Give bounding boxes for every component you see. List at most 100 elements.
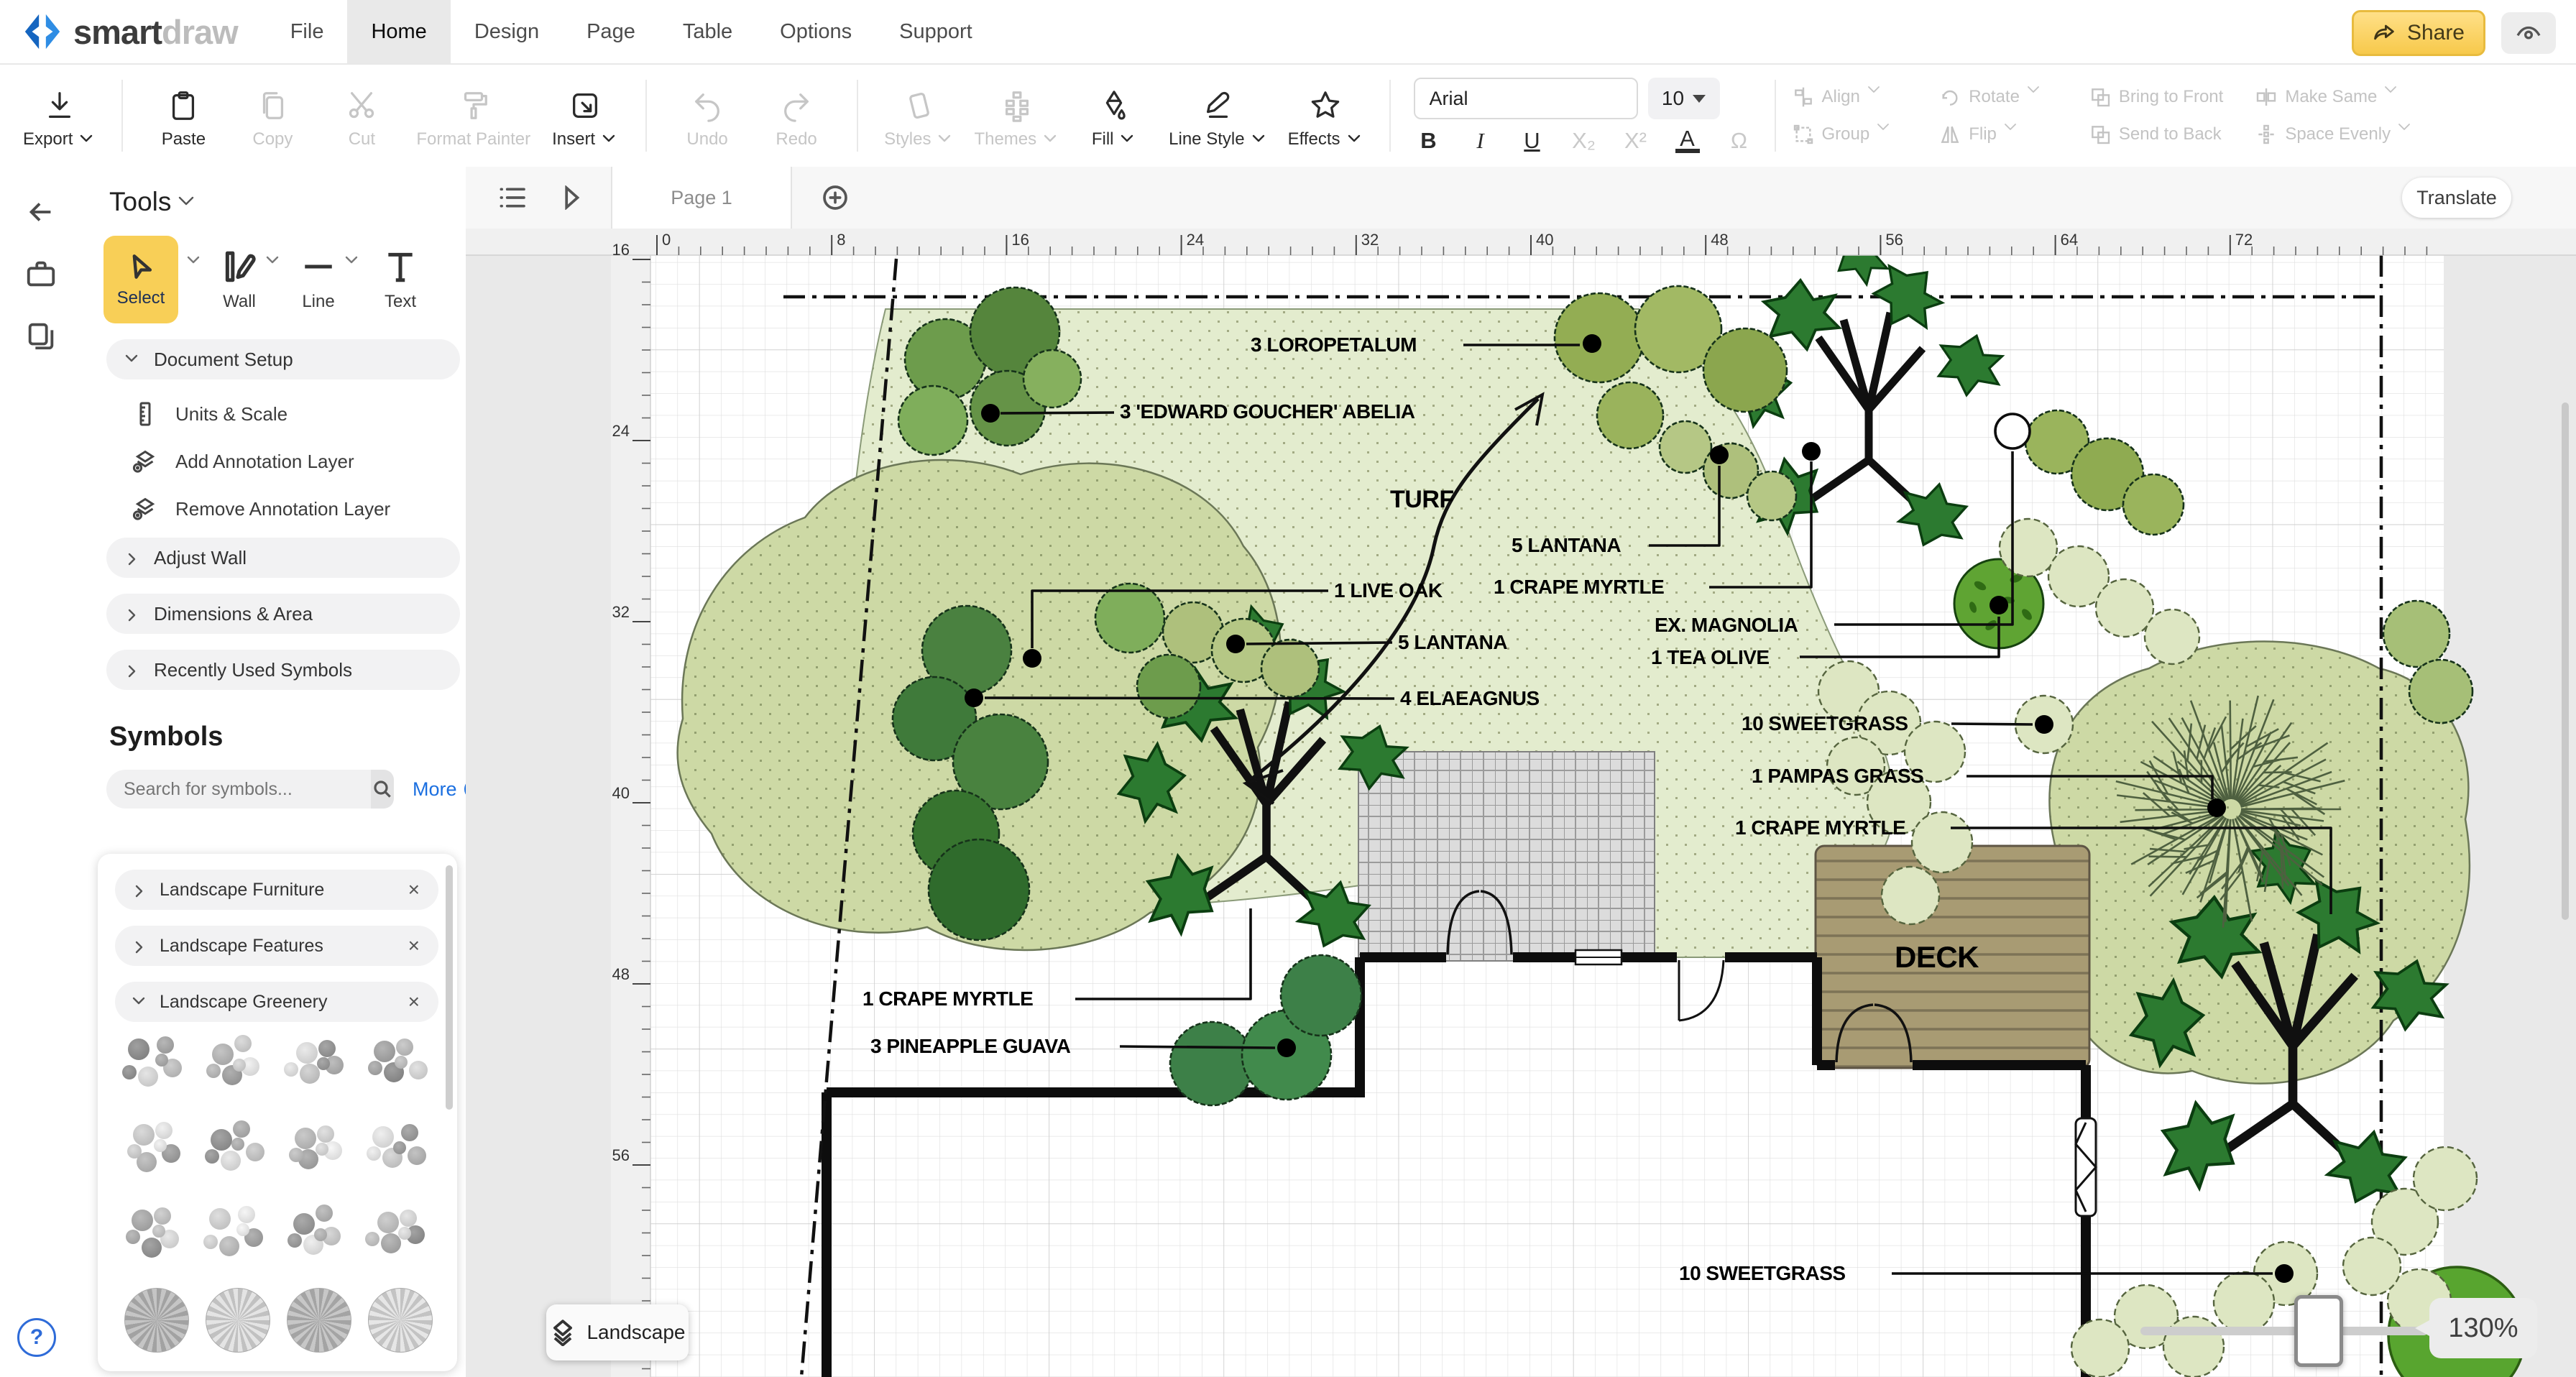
- accordion-landscape-furniture[interactable]: Landscape Furniture×: [115, 870, 438, 910]
- symbol-thumbnail[interactable]: [365, 1115, 434, 1184]
- page-play-icon[interactable]: [561, 185, 582, 210]
- line-tool-button[interactable]: Line: [300, 249, 336, 312]
- symbol-thumbnail[interactable]: [284, 1115, 353, 1184]
- accordion-landscape-features[interactable]: Landscape Features×: [115, 926, 438, 966]
- wall-tool-button[interactable]: Wall: [221, 249, 257, 312]
- menu-item-design[interactable]: Design: [451, 0, 563, 63]
- symbol-thumbnail[interactable]: [365, 1285, 434, 1354]
- patio[interactable]: [1358, 752, 1655, 961]
- shrub-symbol[interactable]: [1597, 382, 1663, 448]
- sweetgrass-symbol[interactable]: [2000, 519, 2057, 576]
- bold-button[interactable]: B: [1417, 128, 1441, 154]
- line-style-button[interactable]: Line Style: [1159, 82, 1277, 149]
- symbols-tab-button[interactable]: [24, 319, 58, 352]
- underline-button[interactable]: U: [1520, 128, 1545, 154]
- redo-button[interactable]: Redo: [752, 82, 841, 149]
- shrub-symbol[interactable]: [1747, 471, 1796, 520]
- shrub-symbol[interactable]: [1261, 640, 1319, 697]
- font-size-dropdown[interactable]: 10: [1648, 78, 1720, 119]
- sweetgrass-symbol[interactable]: [2145, 609, 2199, 664]
- wall-tool-chevron[interactable]: [266, 256, 282, 266]
- symbol-thumbnail[interactable]: [203, 1031, 272, 1100]
- themes-button[interactable]: Themes: [964, 82, 1070, 149]
- space-evenly-button[interactable]: Space Evenly: [2255, 123, 2428, 146]
- shrub-symbol[interactable]: [929, 839, 1029, 940]
- preview-button[interactable]: [2501, 12, 2556, 54]
- effects-button[interactable]: Effects: [1278, 82, 1374, 149]
- fill-button[interactable]: Fill: [1070, 82, 1159, 149]
- symbol-thumbnail[interactable]: [365, 1031, 434, 1100]
- symbol-thumbnail[interactable]: [203, 1200, 272, 1269]
- menu-item-home[interactable]: Home: [347, 0, 450, 63]
- smartdraw-logo[interactable]: smartdraw: [22, 11, 238, 52]
- insert-symbol-button[interactable]: Ω: [1727, 128, 1752, 154]
- shrub-symbol[interactable]: [1170, 1022, 1254, 1105]
- symbol-thumbnail[interactable]: [121, 1200, 190, 1269]
- sweetgrass-symbol[interactable]: [2414, 1147, 2477, 1210]
- sweetgrass-symbol[interactable]: [2343, 1238, 2401, 1295]
- layer-switcher-button[interactable]: Landscape: [546, 1304, 689, 1360]
- tools-panel-title[interactable]: Tools: [109, 187, 466, 217]
- page-list-icon[interactable]: [499, 185, 528, 210]
- shrub-symbol[interactable]: [1095, 584, 1164, 653]
- menu-item-file[interactable]: File: [267, 0, 348, 63]
- font-color-button[interactable]: A: [1675, 129, 1700, 153]
- make-same-button[interactable]: Make Same: [2255, 86, 2428, 109]
- symbol-thumbnail[interactable]: [121, 1285, 190, 1354]
- drawing-surface[interactable]: 3 LOROPETALUM3 'EDWARD GOUCHER' ABELIATU…: [466, 229, 2576, 1377]
- sweetgrass-symbol[interactable]: [2096, 579, 2153, 637]
- collapse-panel-button[interactable]: [24, 195, 58, 229]
- align-button[interactable]: Align: [1792, 86, 1908, 109]
- shrub-symbol[interactable]: [1137, 655, 1200, 718]
- shrub-symbol[interactable]: [1281, 955, 1361, 1036]
- tools-tab-button[interactable]: [24, 257, 58, 290]
- shrub-symbol[interactable]: [1024, 350, 1081, 407]
- styles-button[interactable]: Styles: [874, 82, 964, 149]
- paste-button[interactable]: Paste: [139, 82, 228, 149]
- zoom-slider-track[interactable]: [2140, 1327, 2428, 1335]
- section-recently-used-symbols[interactable]: Recently Used Symbols: [106, 650, 460, 690]
- section-dimensions-area[interactable]: Dimensions & Area: [106, 594, 460, 634]
- line-tool-chevron[interactable]: [345, 256, 361, 266]
- close-icon[interactable]: ×: [408, 990, 420, 1013]
- sweetgrass-symbol[interactable]: [2214, 1272, 2274, 1332]
- text-tool-button[interactable]: Text: [382, 249, 418, 312]
- sweetgrass-symbol[interactable]: [1912, 812, 1972, 872]
- translate-button[interactable]: Translate: [2402, 178, 2511, 218]
- close-icon[interactable]: ×: [408, 878, 420, 901]
- plan-label[interactable]: TURF: [1390, 486, 1454, 513]
- cut-button[interactable]: Cut: [317, 82, 406, 149]
- sweetgrass-symbol[interactable]: [2071, 1320, 2129, 1377]
- share-button[interactable]: Share: [2352, 10, 2485, 56]
- select-tool-chevron[interactable]: [187, 256, 203, 266]
- format-painter-button[interactable]: Format Painter: [406, 82, 540, 149]
- menu-item-support[interactable]: Support: [875, 0, 996, 63]
- export-button[interactable]: Export: [13, 82, 106, 149]
- select-tool-button[interactable]: Select: [104, 236, 178, 323]
- flip-button[interactable]: Flip: [1938, 123, 2057, 146]
- sweetgrass-symbol[interactable]: [2163, 1317, 2224, 1377]
- shrub-symbol[interactable]: [898, 386, 967, 455]
- symbol-thumbnail[interactable]: [121, 1115, 190, 1184]
- bring-to-front-button[interactable]: Bring to Front: [2089, 86, 2223, 109]
- page-tab[interactable]: Page 1: [611, 167, 792, 229]
- menu-item-table[interactable]: Table: [659, 0, 756, 63]
- send-to-back-button[interactable]: Send to Back: [2089, 123, 2223, 146]
- plan-label[interactable]: DECK: [1895, 940, 1979, 974]
- rotate-button[interactable]: Rotate: [1938, 86, 2057, 109]
- close-icon[interactable]: ×: [408, 934, 420, 957]
- shrub-symbol[interactable]: [2123, 474, 2184, 535]
- shrub-symbol[interactable]: [2383, 601, 2450, 667]
- group-button[interactable]: Group: [1792, 123, 1908, 146]
- sweetgrass-symbol[interactable]: [1882, 867, 1939, 924]
- symbol-thumbnail[interactable]: [203, 1285, 272, 1354]
- panel-item-units-scale[interactable]: Units & Scale: [132, 401, 466, 427]
- superscript-button[interactable]: X²: [1624, 128, 1648, 154]
- shrub-symbol[interactable]: [2409, 660, 2472, 723]
- shrub-symbol[interactable]: [1703, 328, 1787, 412]
- undo-button[interactable]: Undo: [663, 82, 752, 149]
- panel-item-remove-annotation-layer[interactable]: Remove Annotation Layer: [132, 496, 466, 522]
- subscript-button[interactable]: X₂: [1572, 128, 1596, 154]
- copy-button[interactable]: Copy: [228, 82, 317, 149]
- add-page-icon[interactable]: [821, 183, 850, 212]
